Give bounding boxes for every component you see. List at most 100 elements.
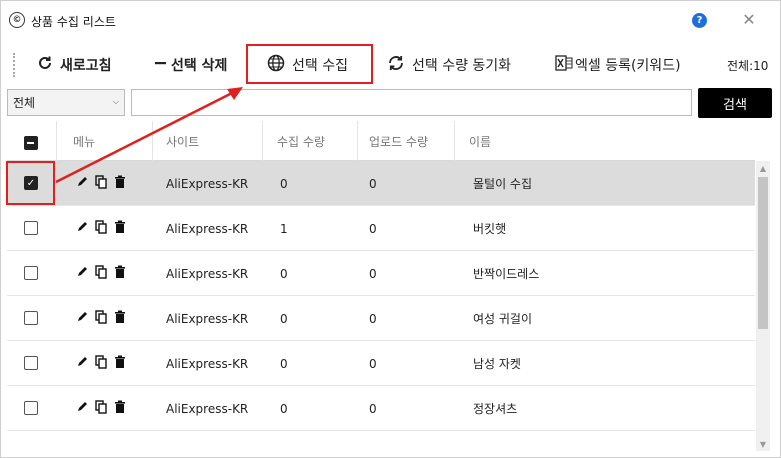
row-checkbox[interactable] xyxy=(24,401,38,415)
total-count: 전체:10 xyxy=(727,59,769,73)
row-name: 여성 귀걸이 xyxy=(473,312,533,326)
globe-icon xyxy=(267,54,285,76)
column-header-site: 사이트 xyxy=(153,121,263,161)
header-checkbox-cell xyxy=(7,121,57,161)
row-upload-qty: 0 xyxy=(369,356,377,371)
close-button[interactable]: ✕ xyxy=(739,9,759,29)
copy-icon[interactable] xyxy=(94,264,108,283)
edit-pencil-icon[interactable] xyxy=(75,400,89,417)
window-title: 상품 수집 리스트 xyxy=(31,15,116,29)
select-all-checkbox[interactable] xyxy=(24,136,38,150)
collect-selected-button[interactable]: 선택 수집 xyxy=(267,45,348,85)
row-name: 몰털이 수집 xyxy=(473,177,533,191)
row-site: AliExpress-KR xyxy=(166,311,249,326)
row-site: AliExpress-KR xyxy=(166,401,249,416)
refresh-icon xyxy=(37,55,53,75)
row-menu-icons xyxy=(75,161,127,206)
excel-register-button[interactable]: 엑셀 등록(키워드) xyxy=(555,45,681,85)
row-collect-qty: 1 xyxy=(280,221,288,236)
edit-pencil-icon[interactable] xyxy=(75,265,89,282)
scroll-down-arrow-icon[interactable]: ▼ xyxy=(756,437,770,451)
minus-icon xyxy=(155,55,167,75)
row-collect-qty: 0 xyxy=(280,176,288,191)
row-checkbox[interactable] xyxy=(24,356,38,370)
row-menu-icons xyxy=(75,296,127,341)
edit-pencil-icon[interactable] xyxy=(75,175,89,192)
copy-icon[interactable] xyxy=(94,219,108,238)
excel-icon xyxy=(555,55,573,75)
copy-icon[interactable] xyxy=(94,309,108,328)
scroll-thumb[interactable] xyxy=(758,177,768,329)
row-checkbox[interactable] xyxy=(24,311,38,325)
table-row[interactable]: AliExpress-KR 0 0 남성 자켓 xyxy=(7,341,755,386)
row-menu-icons xyxy=(75,206,127,251)
copy-icon[interactable] xyxy=(94,174,108,193)
app-logo-icon: © xyxy=(9,12,25,28)
edit-pencil-icon[interactable] xyxy=(75,355,89,372)
table-row[interactable]: AliExpress-KR 0 0 반짝이드레스 xyxy=(7,251,755,296)
row-checkbox[interactable]: ✓ xyxy=(24,176,38,190)
edit-pencil-icon[interactable] xyxy=(75,310,89,327)
row-site: AliExpress-KR xyxy=(166,176,249,191)
refresh-button[interactable]: 새로고침 xyxy=(37,45,112,85)
row-name: 버킷햇 xyxy=(473,222,507,236)
collect-selected-label: 선택 수집 xyxy=(292,58,348,74)
column-header-name: 이름 xyxy=(469,134,492,149)
row-collect-qty: 0 xyxy=(280,356,288,371)
sync-quantity-label: 선택 수량 동기화 xyxy=(412,58,512,74)
row-collect-qty: 0 xyxy=(280,401,288,416)
row-menu-icons xyxy=(75,251,127,296)
row-upload-qty: 0 xyxy=(369,311,377,326)
chevron-down-icon: ⌵ xyxy=(112,97,119,106)
row-menu-icons xyxy=(75,341,127,386)
row-menu-icons xyxy=(75,386,127,431)
table-row[interactable]: ✓ AliExpress-KR 0 0 몰털이 수집 xyxy=(7,161,755,206)
delete-trash-icon[interactable] xyxy=(113,400,127,418)
row-checkbox[interactable] xyxy=(24,266,38,280)
delete-trash-icon[interactable] xyxy=(113,355,127,373)
filter-row: 전체 ⌵ 검색 xyxy=(1,88,780,118)
table-row[interactable]: AliExpress-KR 0 0 여성 귀걸이 xyxy=(7,296,755,341)
row-upload-qty: 0 xyxy=(369,401,377,416)
row-upload-qty: 0 xyxy=(369,176,377,191)
column-header-menu: 메뉴 xyxy=(57,121,153,161)
refresh-label: 새로고침 xyxy=(60,58,112,74)
site-filter-value: 전체 xyxy=(13,96,36,110)
toolbar: 새로고침 선택 삭제 선택 수집 선택 수량 동기화 엑셀 등록(키워드) 전체… xyxy=(1,45,780,85)
sync-quantity-button[interactable]: 선택 수량 동기화 xyxy=(387,45,511,85)
row-collect-qty: 0 xyxy=(280,266,288,281)
delete-selected-label: 선택 삭제 xyxy=(171,58,228,74)
excel-register-label: 엑셀 등록(키워드) xyxy=(575,58,681,74)
sync-icon xyxy=(387,54,405,76)
row-site: AliExpress-KR xyxy=(166,266,249,281)
delete-trash-icon[interactable] xyxy=(113,220,127,238)
scroll-up-arrow-icon[interactable]: ▲ xyxy=(756,161,770,175)
row-upload-qty: 0 xyxy=(369,266,377,281)
row-name: 남성 자켓 xyxy=(473,357,521,371)
delete-trash-icon[interactable] xyxy=(113,265,127,283)
help-button[interactable]: ? xyxy=(692,13,707,28)
search-button[interactable]: 검색 xyxy=(698,88,772,118)
site-filter-select[interactable]: 전체 ⌵ xyxy=(7,89,125,116)
row-name: 반짝이드레스 xyxy=(473,267,540,281)
column-header-upload-qty: 업로드 수량 xyxy=(358,121,455,161)
delete-selected-button[interactable]: 선택 삭제 xyxy=(155,45,227,85)
table-row[interactable]: AliExpress-KR 0 0 정장셔츠 xyxy=(7,386,755,431)
row-checkbox[interactable] xyxy=(24,221,38,235)
toolbar-grip xyxy=(13,53,15,77)
copy-icon[interactable] xyxy=(94,399,108,418)
copy-icon[interactable] xyxy=(94,354,108,373)
row-collect-qty: 0 xyxy=(280,311,288,326)
row-name: 정장셔츠 xyxy=(473,402,518,416)
search-input[interactable] xyxy=(131,89,692,116)
delete-trash-icon[interactable] xyxy=(113,175,127,193)
product-table: 메뉴 사이트 수집 수량 업로드 수량 이름 ✓ AliExpress-KR 0 0 몰… xyxy=(7,121,755,457)
table-header: 메뉴 사이트 수집 수량 업로드 수량 이름 xyxy=(7,121,755,161)
title-bar: © 상품 수집 리스트 ? ✕ xyxy=(1,1,780,39)
edit-pencil-icon[interactable] xyxy=(75,220,89,237)
delete-trash-icon[interactable] xyxy=(113,310,127,328)
vertical-scrollbar[interactable]: ▲ ▼ xyxy=(756,161,770,451)
table-row[interactable]: AliExpress-KR 1 0 버킷햇 xyxy=(7,206,755,251)
row-site: AliExpress-KR xyxy=(166,221,249,236)
row-site: AliExpress-KR xyxy=(166,356,249,371)
